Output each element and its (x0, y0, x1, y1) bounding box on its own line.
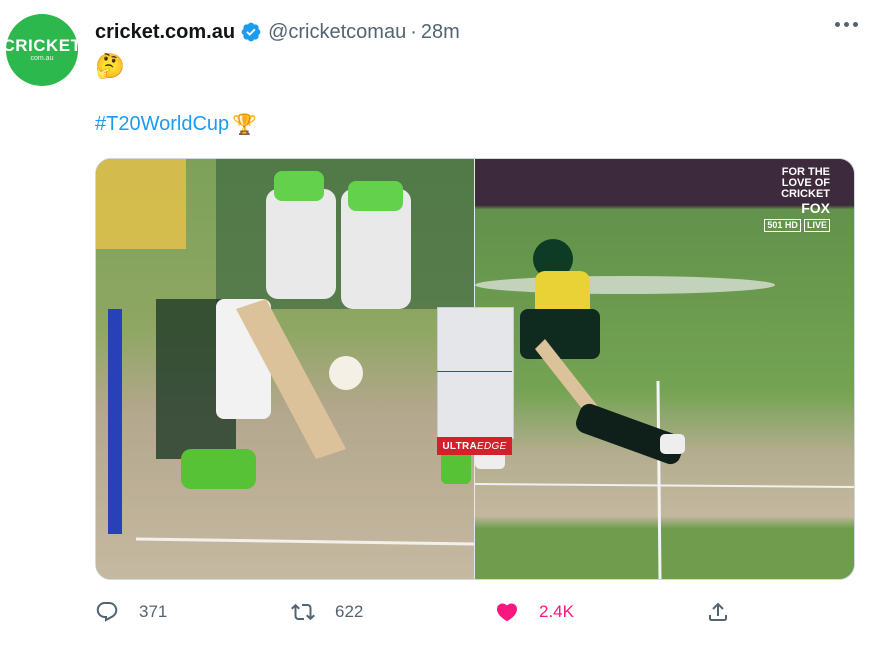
tweet-hashtag-line: #T20WorldCup 🏆 (95, 112, 257, 137)
verified-badge-icon (241, 22, 261, 42)
tweet-text-emoji: 🤔 (95, 53, 125, 80)
display-name[interactable]: cricket.com.au (95, 21, 235, 44)
ultraedge-box (437, 307, 514, 439)
retweet-button[interactable]: 622 (291, 600, 363, 624)
hashtag-link[interactable]: #T20WorldCup (95, 113, 229, 136)
share-button[interactable] (706, 600, 730, 624)
ultraedge-graphic: ULTRA EDGE (437, 307, 514, 457)
hashtag-emoji: 🏆 (232, 114, 258, 136)
ultraedge-label-a: ULTRA (442, 440, 478, 452)
broadcaster-live: LIVE (803, 219, 830, 232)
ultraedge-label: ULTRA EDGE (437, 437, 512, 455)
avatar[interactable]: CRICKET com.au (2, 14, 81, 86)
reply-icon (96, 602, 118, 622)
action-bar: 371 622 2.4K (95, 596, 775, 628)
media-left-panel (96, 159, 474, 579)
reply-button[interactable]: 371 (95, 600, 167, 624)
more-options-icon[interactable] (835, 22, 858, 27)
broadcaster-logo: FOR THE LOVE OF CRICKET FOX 501 HD LIVE (764, 167, 830, 232)
separator-dot: · (410, 20, 417, 43)
retweet-icon (291, 603, 315, 621)
tweet-header: cricket.com.au @cricketcomau · 28m (95, 18, 856, 46)
like-heart-icon (496, 603, 518, 622)
tweet-media[interactable]: FOR THE LOVE OF CRICKET FOX 501 HD LIVE … (95, 158, 855, 580)
broadcaster-brand: FOX (801, 200, 830, 216)
media-right-panel: FOR THE LOVE OF CRICKET FOX 501 HD LIVE (475, 159, 854, 579)
share-icon (709, 602, 727, 621)
timestamp[interactable]: 28m (421, 21, 460, 44)
like-button[interactable]: 2.4K (495, 600, 574, 624)
handle[interactable]: @cricketcomau (268, 21, 406, 44)
like-count: 2.4K (539, 602, 574, 621)
ultraedge-label-b: EDGE (477, 440, 507, 452)
ultraedge-trace (437, 371, 512, 372)
reply-count: 371 (139, 602, 168, 621)
broadcaster-channel: 501 HD (764, 219, 801, 232)
wicketkeeper-scene (96, 159, 474, 546)
avatar-brand: CRICKET (2, 36, 82, 55)
avatar-sub: com.au (30, 55, 54, 62)
broadcaster-line-3: CRICKET (781, 188, 830, 200)
retweet-count: 622 (335, 602, 364, 621)
